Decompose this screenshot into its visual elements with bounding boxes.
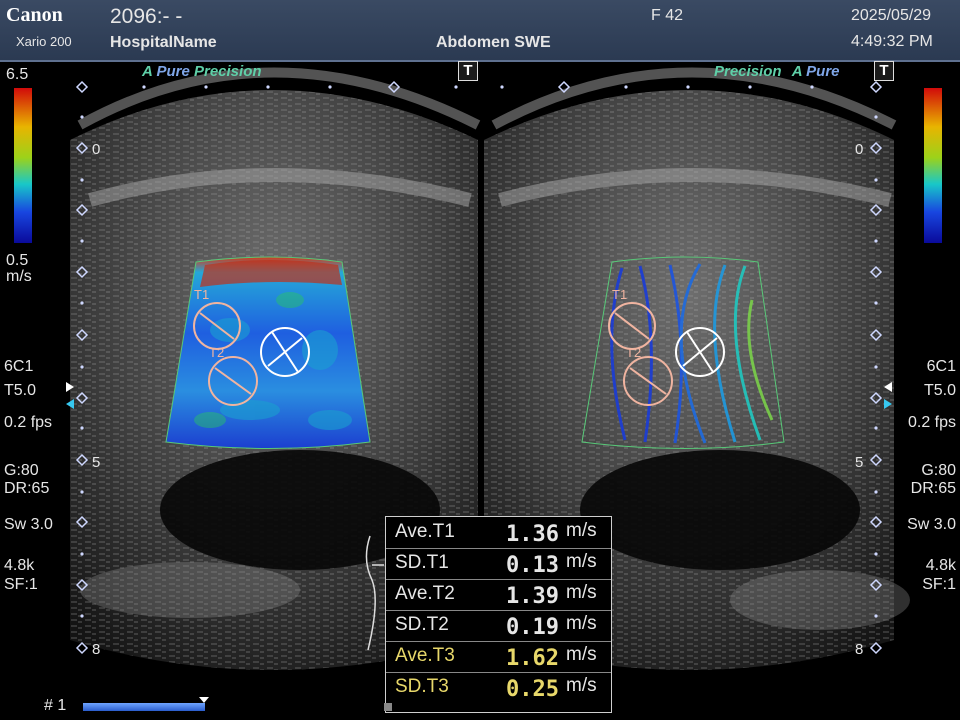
fps-left: 0.2 fps bbox=[4, 414, 53, 431]
measurement-value: 0.19 bbox=[506, 615, 559, 640]
left-title-a: A bbox=[142, 63, 153, 80]
measurement-unit: m/s bbox=[566, 582, 597, 603]
measurement-table: Ave.T1 1.36 m/s SD.T1 0.13 m/s Ave.T2 1.… bbox=[385, 516, 612, 713]
table-corner-marker bbox=[384, 703, 392, 711]
roi-t1-label-left: T1 bbox=[194, 287, 209, 302]
right-toggle-button[interactable]: T bbox=[874, 61, 894, 81]
right-depth-8: 8 bbox=[855, 641, 863, 658]
measurement-unit: m/s bbox=[566, 551, 597, 572]
left-title-precision: Precision bbox=[193, 63, 262, 80]
probe-left: 6C1 bbox=[4, 358, 34, 375]
left-title-pure: Pure bbox=[156, 63, 190, 80]
measurement-row: Ave.T1 1.36 m/s bbox=[386, 517, 611, 549]
sf-left: SF:1 bbox=[4, 576, 38, 593]
measurement-row: Ave.T2 1.39 m/s bbox=[386, 579, 611, 611]
roi-t2-label-left: T2 bbox=[209, 345, 224, 360]
left-depth-5: 5 bbox=[92, 454, 100, 471]
roi-t2-label-right: T2 bbox=[626, 345, 641, 360]
right-image-title: Precision A Pure bbox=[714, 63, 840, 80]
transmit-left: T5.0 bbox=[4, 382, 37, 399]
right-depth-0: 0 bbox=[855, 141, 863, 158]
measurement-label: Ave.T3 bbox=[395, 645, 455, 666]
scale-unit-label: m/s bbox=[6, 268, 32, 285]
transmit-right: T5.0 bbox=[923, 382, 956, 399]
prf-right: 4.8k bbox=[925, 557, 956, 574]
sweep-left: Sw 3.0 bbox=[4, 516, 53, 533]
sf-right: SF:1 bbox=[922, 576, 956, 593]
gain-right: G:80 bbox=[921, 462, 956, 479]
measurement-row-active: SD.T3 0.25 m/s bbox=[386, 672, 611, 703]
measurement-unit: m/s bbox=[566, 613, 597, 634]
measurement-label: SD.T2 bbox=[395, 614, 449, 635]
measurement-label: SD.T3 bbox=[395, 676, 449, 697]
dynamic-range-left: DR:65 bbox=[4, 480, 50, 497]
left-depth-8: 8 bbox=[92, 641, 100, 658]
measurement-value: 1.39 bbox=[506, 584, 559, 609]
measurement-unit: m/s bbox=[566, 675, 597, 696]
measurement-unit: m/s bbox=[566, 520, 597, 541]
roi-t1-label-right: T1 bbox=[612, 287, 627, 302]
measurement-row: SD.T1 0.13 m/s bbox=[386, 548, 611, 580]
right-title-pure: Pure bbox=[806, 63, 840, 80]
right-depth-5: 5 bbox=[855, 454, 863, 471]
gain-left: G:80 bbox=[4, 462, 39, 479]
measurement-row-active: Ave.T3 1.62 m/s bbox=[386, 641, 611, 673]
measurement-row: SD.T2 0.19 m/s bbox=[386, 610, 611, 642]
sweep-right: Sw 3.0 bbox=[907, 516, 956, 533]
measurement-value: 1.62 bbox=[506, 646, 559, 671]
fps-right: 0.2 fps bbox=[907, 414, 956, 431]
left-toggle-button[interactable]: T bbox=[458, 61, 478, 81]
scale-max-label: 6.5 bbox=[6, 66, 29, 83]
right-title-a: A bbox=[791, 63, 802, 80]
prf-left: 4.8k bbox=[4, 557, 35, 574]
left-depth-0: 0 bbox=[92, 141, 100, 158]
velocity-color-scale bbox=[14, 88, 32, 243]
measurement-label: SD.T1 bbox=[395, 552, 449, 573]
right-title-precision: Precision bbox=[714, 63, 782, 80]
measurement-value: 1.36 bbox=[506, 522, 559, 547]
right-color-scale bbox=[924, 88, 942, 243]
frame-number: # 1 bbox=[44, 697, 67, 714]
measurement-value: 0.13 bbox=[506, 553, 559, 578]
cine-bar[interactable] bbox=[83, 703, 205, 711]
probe-right: 6C1 bbox=[926, 358, 956, 375]
left-image-title: A Pure Precision bbox=[142, 63, 262, 80]
dynamic-range-right: DR:65 bbox=[910, 480, 956, 497]
measurement-value: 0.25 bbox=[506, 677, 559, 702]
measurement-label: Ave.T1 bbox=[395, 521, 455, 542]
measurement-label: Ave.T2 bbox=[395, 583, 455, 604]
cine-marker-icon[interactable] bbox=[199, 697, 209, 703]
measurement-unit: m/s bbox=[566, 644, 597, 665]
